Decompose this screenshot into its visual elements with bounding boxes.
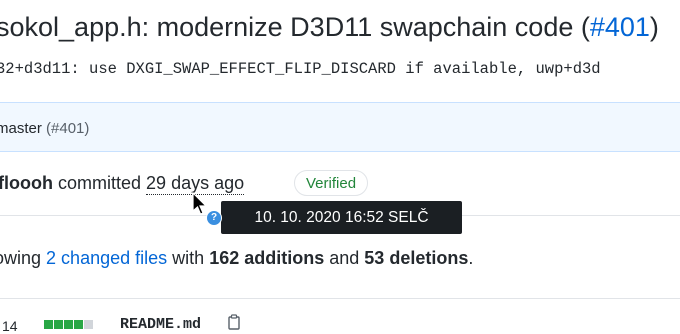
additions-count: 162 additions bbox=[209, 248, 325, 268]
diff-block-added bbox=[54, 320, 63, 329]
commit-title: sokol_app.h: modernize D3D11 swapchain c… bbox=[0, 12, 659, 43]
diff-block-added bbox=[74, 320, 83, 329]
file-change-count: 14 bbox=[2, 318, 18, 334]
diff-bar bbox=[44, 320, 93, 329]
mouse-cursor-icon bbox=[192, 192, 208, 215]
changed-files-link[interactable]: 2 changed files bbox=[46, 248, 167, 268]
diff-block-added bbox=[64, 320, 73, 329]
stats-and: and bbox=[329, 248, 360, 268]
stats-with: with bbox=[172, 248, 205, 268]
committed-text: committed bbox=[58, 173, 142, 193]
deletions-count: 53 deletions bbox=[364, 248, 469, 268]
commit-title-text: sokol_app.h: modernize D3D11 swapchain c… bbox=[0, 12, 590, 42]
pr-link[interactable]: #401 bbox=[590, 12, 650, 42]
question-icon: ? bbox=[206, 210, 222, 226]
author-line: floooh committed 29 days ago bbox=[0, 173, 245, 195]
branch-info: master (#401) bbox=[0, 120, 89, 137]
timestamp-tooltip: 10. 10. 2020 16:52 SELČ bbox=[221, 201, 462, 234]
diff-block-neutral bbox=[84, 320, 93, 329]
commit-title-row: sokol_app.h: modernize D3D11 swapchain c… bbox=[0, 0, 680, 58]
author-name[interactable]: floooh bbox=[0, 173, 53, 193]
stats-prefix: owing bbox=[0, 248, 42, 268]
verified-badge[interactable]: Verified bbox=[294, 170, 369, 196]
file-row: 14 README.md bbox=[0, 314, 680, 334]
branch-bar: master (#401) bbox=[0, 102, 680, 152]
branch-name[interactable]: master bbox=[0, 120, 42, 137]
branch-pr-ref[interactable]: (#401) bbox=[46, 120, 89, 137]
commit-description: 32+d3d11: use DXGI_SWAP_EFFECT_FLIP_DISC… bbox=[0, 60, 601, 78]
commit-title-close: ) bbox=[649, 12, 659, 42]
clipboard-icon[interactable] bbox=[226, 314, 242, 330]
divider bbox=[0, 298, 680, 299]
diff-block-added bbox=[44, 320, 53, 329]
stats-period: . bbox=[468, 248, 474, 268]
diff-stats: owing 2 changed files with 162 additions… bbox=[0, 248, 473, 269]
file-name[interactable]: README.md bbox=[120, 316, 201, 333]
